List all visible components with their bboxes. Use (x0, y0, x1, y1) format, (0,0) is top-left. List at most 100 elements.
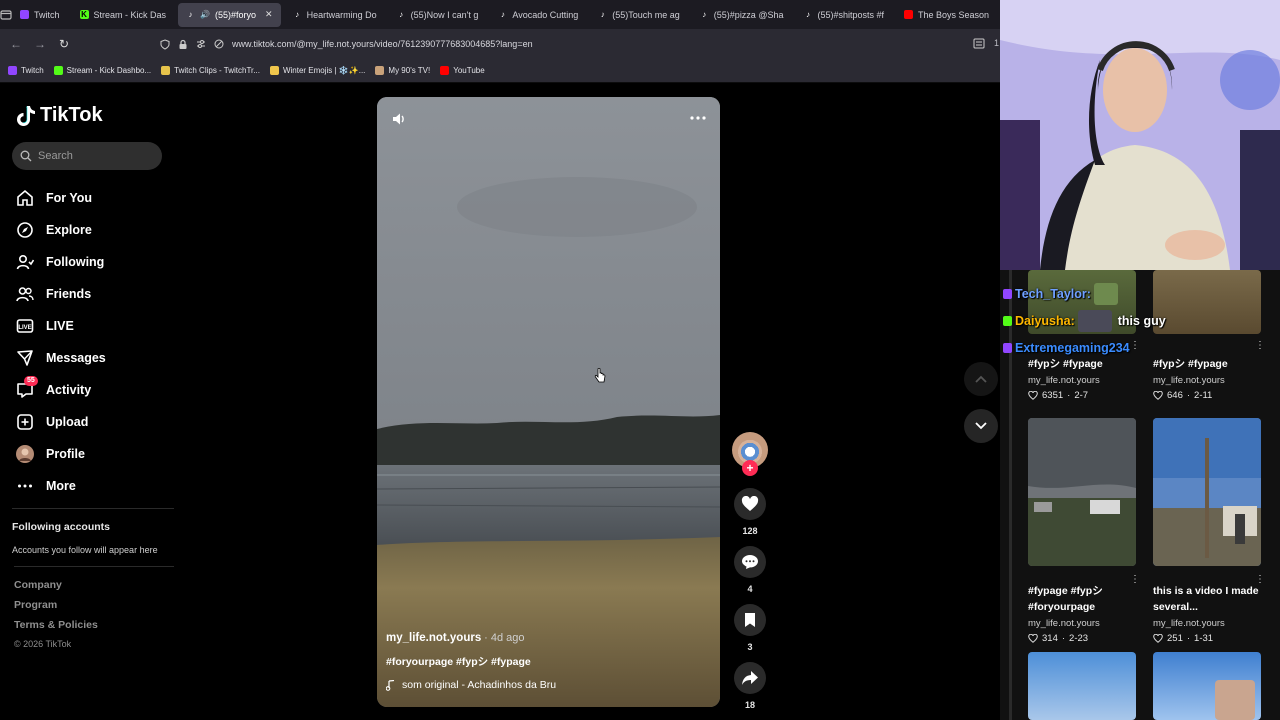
video-card[interactable] (1028, 652, 1136, 720)
video-actions: + 128 4 3 18 (732, 432, 768, 720)
bookmark-label: Stream - Kick Dashbo... (66, 66, 152, 75)
forward-button[interactable]: → (28, 37, 52, 51)
browser-tab[interactable]: ♪ (55)Touch me ag (590, 3, 688, 27)
chat-username: Extremegaming234 (1015, 340, 1130, 355)
tiktok-logo[interactable]: TikTok (16, 104, 103, 127)
folder-icon (269, 66, 279, 75)
comment-count: 4 (747, 584, 753, 594)
video-thumbnail (1028, 652, 1136, 720)
separator-dot: · (1186, 633, 1191, 644)
video-card-more-icon[interactable]: ⋮ (1130, 574, 1140, 585)
bookmark-item[interactable]: Stream - Kick Dashbo... (53, 66, 152, 75)
heart-outline-icon (1153, 391, 1163, 400)
video-card-date: 2-11 (1194, 390, 1213, 401)
nav-item-more[interactable]: More (16, 470, 176, 502)
reader-view-icon[interactable] (973, 38, 985, 49)
video-music[interactable]: som original - Achadinhos da Bru (386, 679, 706, 691)
twitch-icon (1003, 342, 1012, 353)
browser-tab[interactable]: ♪ (55)Now I can't g (389, 3, 487, 27)
video-caption: my_life.not.yours · 4d ago #foryourpage … (386, 632, 706, 691)
kick-icon (53, 66, 63, 75)
author-avatar[interactable]: + (732, 432, 768, 476)
nav-item-upload[interactable]: Upload (16, 406, 176, 438)
browser-tab[interactable]: ♪ 🔊 (55)#foryo ✕ (178, 2, 281, 27)
next-video-button[interactable] (964, 409, 998, 443)
video-card-date: 2-23 (1069, 633, 1089, 644)
browser-tab[interactable]: ♪ (55)#pizza @Sha (692, 3, 792, 27)
browser-tab[interactable]: ♪ Avocado Cutting (490, 3, 586, 27)
like-button[interactable] (734, 488, 766, 520)
shield-icon[interactable] (160, 38, 170, 50)
nav-item-live[interactable]: LIVE LIVE (16, 310, 176, 342)
footer-link-company[interactable]: Company (14, 579, 174, 599)
video-card[interactable]: #fypage #fypシ #foryourpage my_life.not.y… (1028, 418, 1140, 644)
speaker-icon[interactable]: 🔊 (200, 10, 210, 19)
bookmark-item[interactable]: My 90's TV! (375, 66, 430, 75)
side-nav: For You Explore Following Friends LIVE LIVE Me… (16, 182, 176, 502)
browser-tab[interactable]: ♪ Heartwarming Do (285, 3, 385, 27)
share-button[interactable] (734, 662, 766, 694)
nav-item-friends[interactable]: Friends (16, 278, 176, 310)
video-card-more-icon[interactable]: ⋮ (1255, 574, 1265, 585)
search-input[interactable]: Search (12, 142, 162, 170)
reload-button[interactable]: ↻ (52, 37, 76, 51)
nav-item-profile[interactable]: Profile (16, 438, 176, 470)
comment-button[interactable] (734, 546, 766, 578)
video-card[interactable] (1153, 652, 1261, 720)
nav-item-for-you[interactable]: For You (16, 182, 176, 214)
footer-link-terms[interactable]: Terms & Policies (14, 619, 174, 639)
video-card[interactable]: this is a video I made several... my_lif… (1153, 418, 1265, 644)
bookmark-label: Twitch Clips - TwitchTr... (174, 66, 260, 75)
chat-emote (1077, 309, 1112, 332)
share-count: 18 (744, 700, 755, 710)
nav-label: Activity (46, 383, 92, 397)
bookmark-item[interactable]: Twitch (8, 66, 44, 75)
tab-list-button[interactable] (0, 0, 12, 29)
nav-item-activity[interactable]: 55 Activity (16, 374, 176, 406)
facecam-overlay (1215, 680, 1255, 720)
browser-tab[interactable]: Twitch (12, 3, 68, 27)
chat-username: Daiyusha: (1015, 313, 1075, 328)
tiktok-icon: ♪ (702, 10, 707, 19)
save-button[interactable] (734, 604, 766, 636)
bookmark-item[interactable]: Twitch Clips - TwitchTr... (161, 66, 260, 75)
following-icon (16, 253, 34, 271)
bookmarks-bar: Twitch Stream - Kick Dashbo... Twitch Clip… (0, 59, 1000, 83)
compass-icon (16, 221, 34, 239)
chat-message: Tech_Taylor: (1003, 280, 1273, 307)
close-tab-icon[interactable]: ✕ (265, 9, 273, 20)
url-text[interactable]: www.tiktok.com/@my_life.not.yours/video/… (232, 39, 533, 49)
video-player[interactable]: my_life.not.yours · 4d ago #foryourpage … (377, 97, 720, 707)
bookmark-label: Winter Emojis | ❄️✨... (282, 66, 366, 75)
nav-item-following[interactable]: Following (16, 246, 176, 278)
video-hashtags[interactable]: #foryourpage #fypシ #fypage (386, 654, 706, 669)
notification-badge: 55 (24, 376, 38, 386)
video-card-stats: 6351 · 2-7 (1028, 390, 1136, 401)
copyright: © 2026 TikTok (14, 639, 72, 649)
follow-plus-button[interactable]: + (742, 460, 758, 476)
video-author[interactable]: my_life.not.yours (386, 632, 481, 644)
bookmark-item[interactable]: YouTube (440, 66, 485, 75)
nav-item-explore[interactable]: Explore (16, 214, 176, 246)
lock-icon[interactable] (178, 39, 188, 50)
bookmark-item[interactable]: Winter Emojis | ❄️✨... (269, 66, 366, 75)
back-button[interactable]: ← (4, 37, 28, 51)
tiktok-icon: ♪ (500, 10, 505, 19)
browser-tab[interactable]: ♪ (55)#shitposts #f (795, 3, 892, 27)
nav-item-messages[interactable]: Messages (16, 342, 176, 374)
volume-icon[interactable] (391, 111, 407, 127)
screen: Twitch K Stream - Kick Das ♪ 🔊 (55)#foryo ✕ ♪ He… (0, 0, 1280, 720)
video-date: · 4d ago (484, 632, 525, 644)
tiktok-note-icon (17, 105, 35, 126)
browser-tab[interactable]: K Stream - Kick Das (72, 3, 175, 27)
permissions-icon[interactable] (196, 39, 206, 49)
autoplay-blocked-icon[interactable] (214, 39, 224, 49)
previous-video-button[interactable] (964, 362, 998, 396)
more-options-icon[interactable] (690, 115, 706, 121)
nav-label: For You (46, 191, 93, 205)
chat-message: Extremegaming234 (1003, 334, 1273, 361)
tab-label: (55)Touch me ag (612, 9, 680, 20)
browser-tab[interactable]: The Boys Season (896, 3, 997, 27)
footer-link-program[interactable]: Program (14, 599, 174, 619)
chat-emote (1093, 282, 1118, 305)
